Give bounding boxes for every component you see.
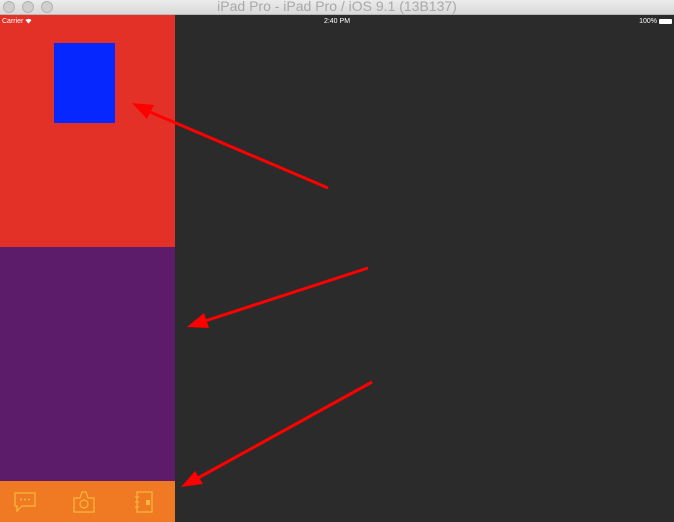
- camera-icon: [73, 491, 95, 513]
- middle-panel: [0, 247, 175, 481]
- contacts-book-icon: [135, 491, 153, 513]
- tab-camera[interactable]: [72, 490, 96, 514]
- device-screen: Carrier 2:40 PM 100%: [0, 15, 674, 522]
- tab-contacts[interactable]: [132, 490, 156, 514]
- battery-percent: 100%: [639, 18, 657, 25]
- tab-chat[interactable]: [13, 490, 37, 514]
- chat-bubble-icon: [14, 492, 36, 513]
- window-titlebar: iPad Pro - iPad Pro / iOS 9.1 (13B137): [0, 0, 674, 15]
- battery-indicator: 100%: [639, 18, 672, 25]
- tab-bar: [0, 481, 175, 522]
- top-panel: [0, 15, 175, 247]
- battery-icon: [659, 19, 672, 24]
- status-time: 2:40 PM: [323, 18, 351, 25]
- window-title: iPad Pro - iPad Pro / iOS 9.1 (13B137): [217, 0, 457, 14]
- status-bar: Carrier 2:40 PM 100%: [0, 15, 674, 29]
- blue-box: [54, 43, 115, 123]
